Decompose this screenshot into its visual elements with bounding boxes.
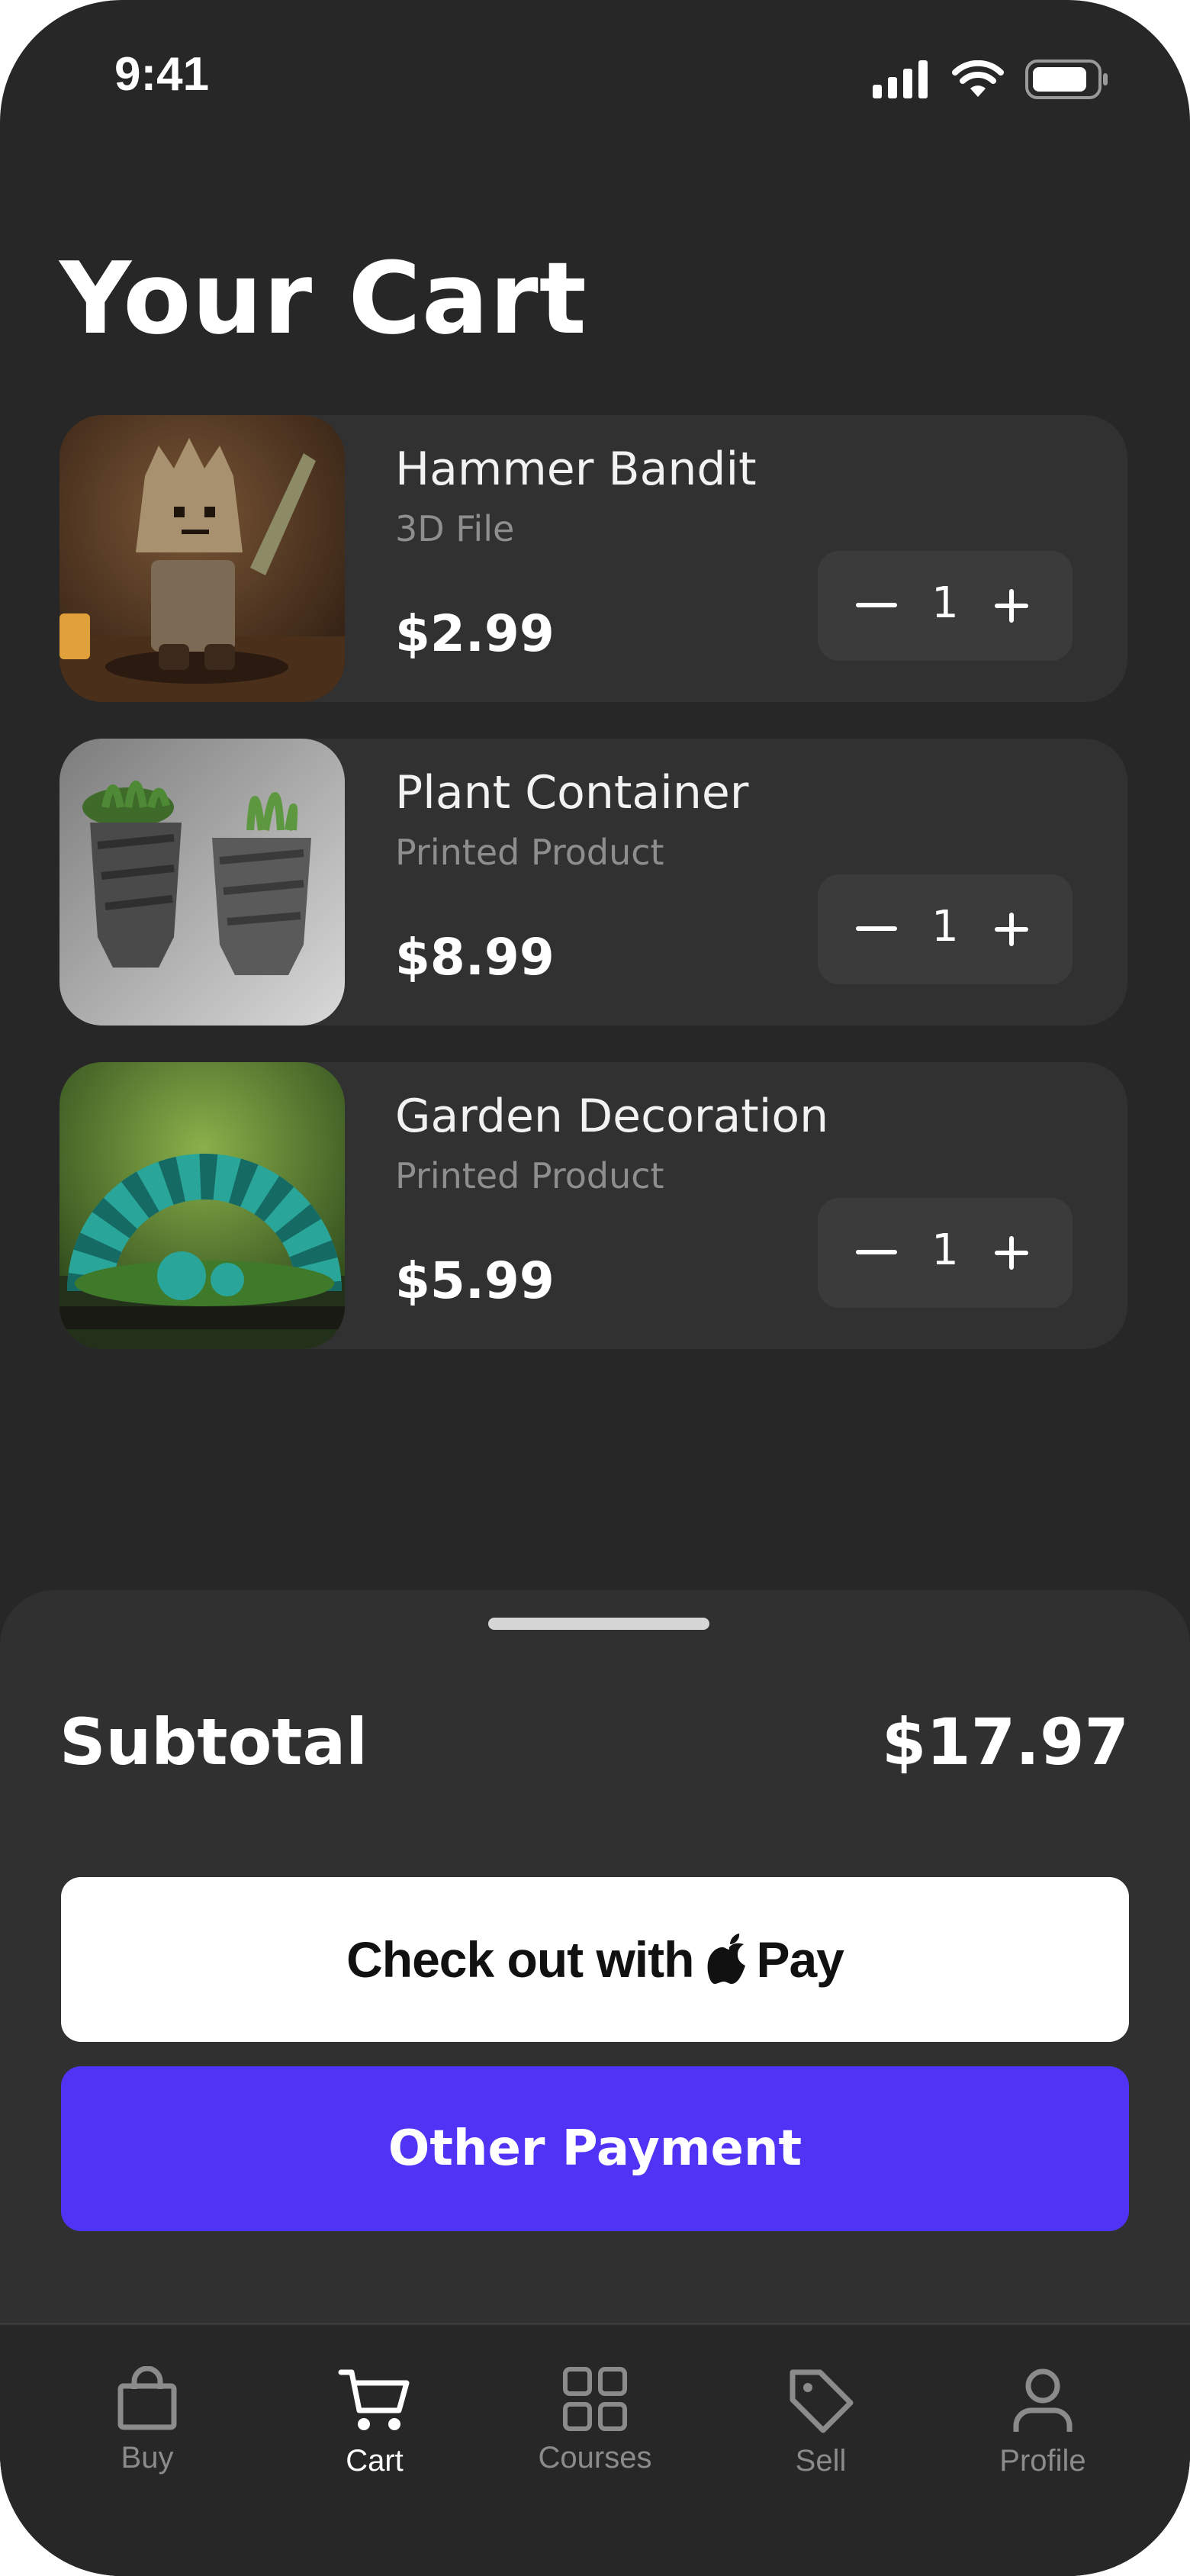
- quantity-value: 1: [931, 902, 959, 952]
- person-icon: [1013, 2368, 1073, 2432]
- product-price: $2.99: [395, 604, 555, 663]
- tab-profile[interactable]: Profile: [959, 2348, 1127, 2516]
- tab-sell[interactable]: Sell: [737, 2348, 905, 2516]
- tab-cart[interactable]: Cart: [291, 2348, 458, 2516]
- product-type: Printed Product: [395, 1155, 664, 1196]
- product-name: Garden Decoration: [395, 1090, 829, 1143]
- tab-label: Courses: [538, 2441, 652, 2475]
- plus-icon-stem: [1009, 1236, 1014, 1270]
- plus-icon-stem: [1009, 589, 1014, 623]
- tag-icon: [790, 2369, 854, 2433]
- other-payment-button[interactable]: Other Payment: [61, 2066, 1129, 2231]
- tab-label: Cart: [346, 2444, 404, 2478]
- quantity-stepper[interactable]: 1: [818, 1198, 1073, 1308]
- apple-pay-label: Check out with: [346, 1931, 694, 1988]
- tab-buy[interactable]: Buy: [63, 2348, 231, 2516]
- product-thumbnail: [60, 739, 345, 1026]
- cellular-signal-icon: [873, 60, 928, 98]
- wifi-icon: [952, 60, 1004, 97]
- cart-icon: [338, 2369, 410, 2430]
- product-price: $5.99: [395, 1251, 555, 1310]
- plus-icon-stem: [1009, 913, 1014, 946]
- tab-label: Profile: [999, 2444, 1086, 2478]
- phone-screen: 9:41 Your Cart Hammer Bandit 3D File $2.…: [0, 0, 1190, 2576]
- page-title: Your Cart: [60, 240, 587, 356]
- minus-icon: [856, 1250, 897, 1254]
- quantity-value: 1: [931, 1225, 959, 1275]
- product-name: Plant Container: [395, 766, 749, 819]
- cart-item[interactable]: Plant Container Printed Product $8.99 1: [60, 739, 1127, 1026]
- cart-item[interactable]: Hammer Bandit 3D File $2.99 1: [60, 415, 1127, 702]
- status-icons: [873, 56, 1109, 102]
- tab-courses[interactable]: Courses: [511, 2348, 679, 2516]
- quantity-stepper[interactable]: 1: [818, 874, 1073, 984]
- quantity-value: 1: [931, 578, 959, 628]
- tab-label: Buy: [121, 2441, 174, 2475]
- status-time: 9:41: [114, 48, 210, 101]
- sheet-grabber[interactable]: [488, 1618, 709, 1630]
- product-type: 3D File: [395, 508, 515, 549]
- quantity-stepper[interactable]: 1: [818, 551, 1073, 661]
- apple-logo-icon: [708, 1934, 746, 1984]
- cart-item[interactable]: Garden Decoration Printed Product $5.99 …: [60, 1062, 1127, 1349]
- apple-pay-button[interactable]: Check out with Pay: [61, 1877, 1129, 2042]
- minus-icon: [856, 926, 897, 931]
- subtotal-label: Subtotal: [60, 1705, 368, 1779]
- tab-bar: Buy Cart Courses Sell Profile: [0, 2323, 1190, 2576]
- product-price: $8.99: [395, 928, 555, 987]
- apple-pay-suffix: Pay: [756, 1931, 844, 1988]
- tab-label: Sell: [795, 2444, 847, 2478]
- product-thumbnail: [60, 415, 345, 702]
- minus-icon: [856, 603, 897, 607]
- subtotal-value: $17.97: [881, 1705, 1129, 1779]
- grid-icon: [563, 2367, 627, 2431]
- product-name: Hammer Bandit: [395, 443, 757, 496]
- product-type: Printed Product: [395, 832, 664, 873]
- shopping-bag-icon: [117, 2366, 177, 2430]
- product-thumbnail: [60, 1062, 345, 1349]
- battery-icon: [1025, 60, 1108, 99]
